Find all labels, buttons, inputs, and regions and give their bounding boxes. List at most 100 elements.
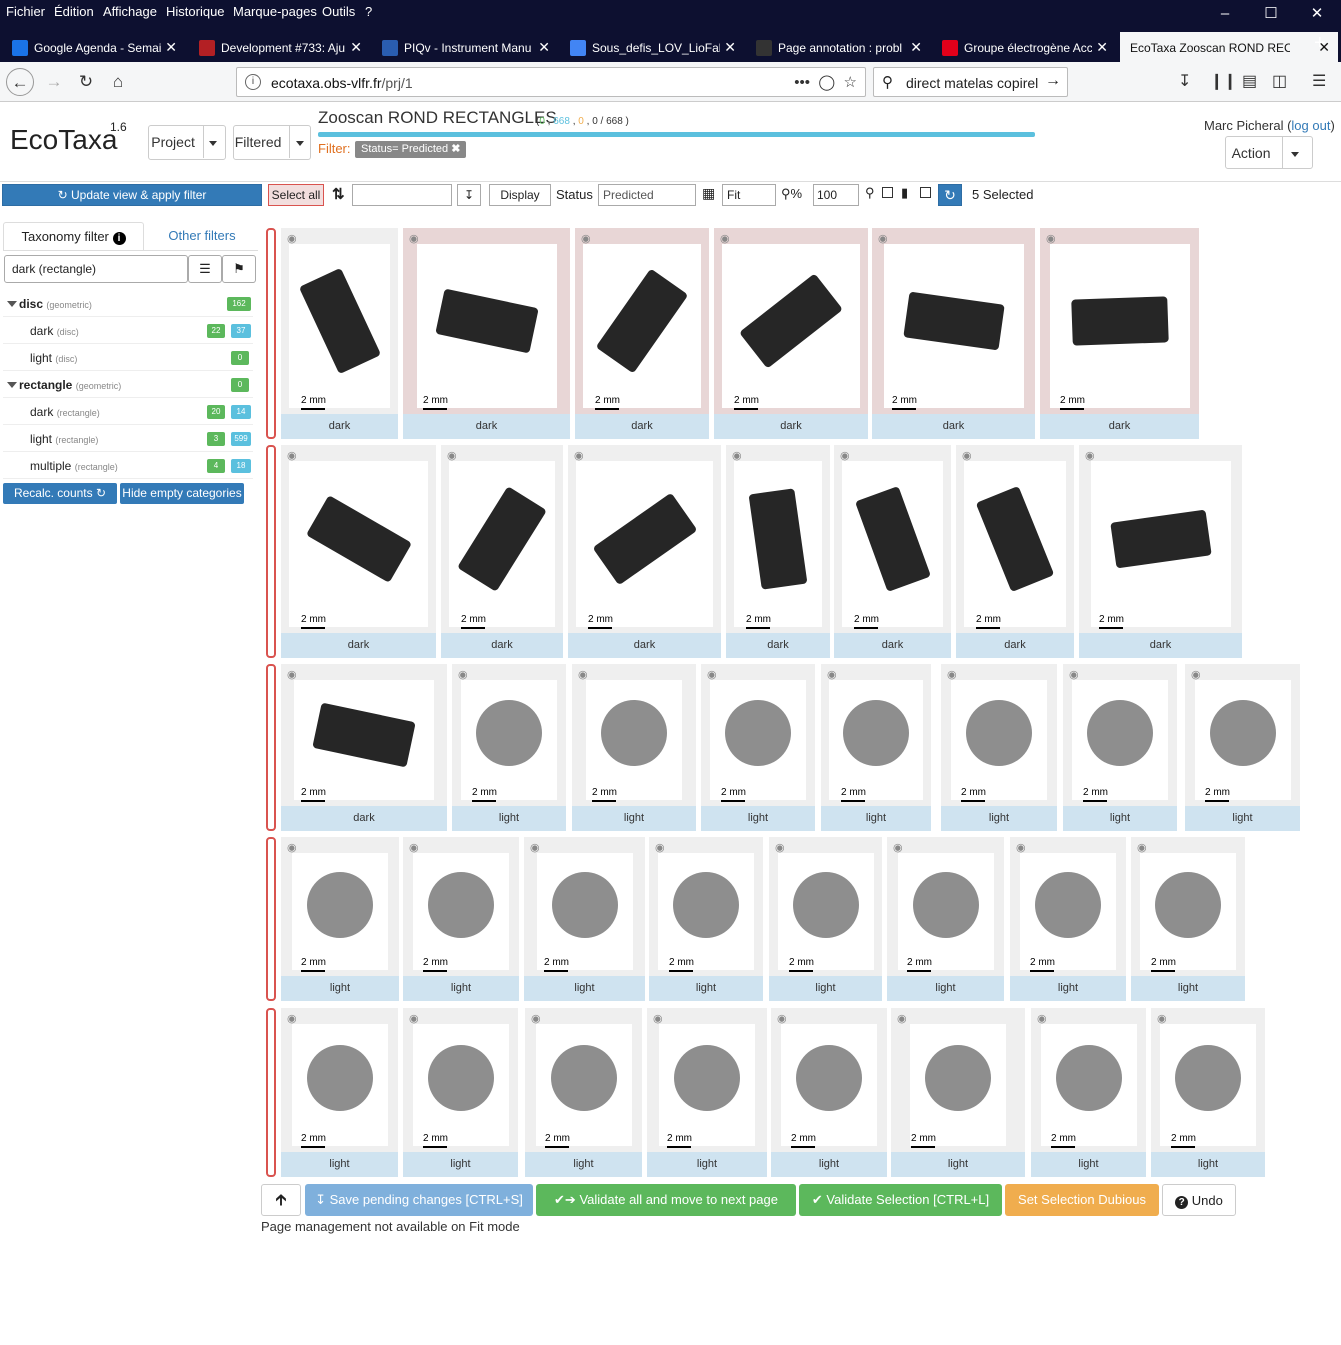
predicted-category-label[interactable]: light: [821, 806, 931, 831]
filter-tag[interactable]: Status= Predicted ✖: [355, 141, 467, 158]
predicted-category-label[interactable]: dark: [575, 414, 709, 439]
tree-node[interactable]: light (disc) 0: [3, 344, 253, 371]
predicted-category-label[interactable]: light: [524, 976, 645, 1001]
predicted-category-label[interactable]: light: [1151, 1152, 1265, 1177]
hamburger-menu-icon[interactable]: ☰: [1312, 71, 1326, 91]
comment-checkbox[interactable]: [920, 187, 931, 198]
hide-empty-button[interactable]: Hide empty categories: [120, 483, 244, 504]
filtered-button[interactable]: Filtered: [233, 125, 311, 160]
action-button[interactable]: Action: [1225, 136, 1313, 169]
object-thumbnail[interactable]: ◉ 2 mm dark: [1040, 228, 1199, 439]
close-tab-icon[interactable]: ✕: [910, 32, 922, 62]
project-button[interactable]: Project: [148, 125, 226, 160]
update-view-button[interactable]: ↻ Update view & apply filter: [2, 184, 262, 206]
object-thumbnail[interactable]: ◉ 2 mm light: [403, 1008, 518, 1177]
browser-tab-1[interactable]: Development #733: Aju ✕: [191, 32, 370, 62]
object-thumbnail[interactable]: ◉ 2 mm light: [771, 1008, 887, 1177]
object-thumbnail[interactable]: ◉ 2 mm dark: [441, 445, 563, 658]
expand-caret-icon[interactable]: [7, 301, 17, 307]
sort-direction-button[interactable]: ↧: [457, 184, 481, 206]
predicted-category-label[interactable]: light: [281, 976, 399, 1001]
save-changes-button[interactable]: ↧ Save pending changes [CTRL+S]: [305, 1184, 533, 1216]
object-thumbnail[interactable]: ◉ 2 mm light: [1010, 837, 1126, 1001]
predicted-category-label[interactable]: light: [647, 1152, 767, 1177]
expand-caret-icon[interactable]: [7, 382, 17, 388]
forward-icon[interactable]: →: [40, 68, 68, 96]
predicted-category-label[interactable]: dark: [956, 633, 1074, 658]
object-thumbnail[interactable]: ◉ 2 mm dark: [872, 228, 1035, 439]
minimize-icon[interactable]: –: [1210, 2, 1240, 26]
object-thumbnail[interactable]: ◉ 2 mm light: [1063, 664, 1177, 831]
remove-filter-icon[interactable]: ✖: [451, 143, 460, 155]
magnifier-checkbox[interactable]: [882, 187, 893, 198]
predicted-category-label[interactable]: light: [572, 806, 696, 831]
object-thumbnail[interactable]: ◉ 2 mm dark: [575, 228, 709, 439]
object-thumbnail[interactable]: ◉ 2 mm light: [1031, 1008, 1146, 1177]
menu-file[interactable]: Fichier: [6, 4, 45, 19]
predicted-category-label[interactable]: light: [649, 976, 763, 1001]
url-bar[interactable]: i ecotaxa.obs-vlfr.fr/prj/1 ••• ◯ ☆: [236, 67, 866, 97]
predicted-category-label[interactable]: light: [1131, 976, 1245, 1001]
sort-icon[interactable]: ⇅: [332, 185, 345, 203]
predicted-category-label[interactable]: dark: [568, 633, 721, 658]
row-select-handle[interactable]: [266, 445, 276, 658]
object-thumbnail[interactable]: ◉ 2 mm light: [572, 664, 696, 831]
tree-node[interactable]: dark (disc) 37 22: [3, 317, 253, 344]
object-thumbnail[interactable]: ◉ 2 mm dark: [281, 664, 447, 831]
maximize-icon[interactable]: ☐: [1256, 2, 1286, 26]
object-thumbnail[interactable]: ◉ 2 mm light: [821, 664, 931, 831]
undo-button[interactable]: ? Undo: [1162, 1184, 1236, 1216]
predicted-category-label[interactable]: dark: [714, 414, 868, 439]
menu-tools[interactable]: Outils: [322, 4, 355, 19]
sidebar-icon[interactable]: ◫: [1272, 71, 1287, 91]
browser-tab-0[interactable]: Google Agenda - Semai ✕: [4, 32, 185, 62]
validate-all-button[interactable]: ✔➔ Validate all and move to next page: [536, 1184, 796, 1216]
list-view-button[interactable]: ☰: [188, 255, 222, 283]
close-window-icon[interactable]: ✕: [1302, 2, 1332, 26]
predicted-category-label[interactable]: dark: [1040, 414, 1199, 439]
predicted-category-label[interactable]: light: [1063, 806, 1177, 831]
close-tab-icon[interactable]: ✕: [350, 32, 362, 62]
object-thumbnail[interactable]: ◉ 2 mm dark: [834, 445, 951, 658]
eye-icon[interactable]: ◉: [897, 1012, 907, 1025]
display-dropdown[interactable]: Display: [489, 184, 551, 206]
predicted-category-label[interactable]: light: [769, 976, 882, 1001]
reload-icon[interactable]: ↻: [72, 68, 100, 96]
tree-node[interactable]: rectangle (geometric) 0: [3, 371, 253, 398]
status-select[interactable]: Predicted: [598, 184, 696, 206]
browser-tab-2[interactable]: PIQv - Instrument Manu ✕: [374, 32, 558, 62]
ecotaxa-logo[interactable]: EcoTaxa 1.6: [10, 120, 127, 156]
home-icon[interactable]: ⌂: [104, 68, 132, 96]
predicted-category-label[interactable]: light: [1185, 806, 1300, 831]
object-thumbnail[interactable]: ◉ 2 mm light: [1131, 837, 1245, 1001]
predicted-category-label[interactable]: dark: [834, 633, 951, 658]
browser-tab-5[interactable]: Groupe électrogène Acc ✕: [934, 32, 1116, 62]
predicted-category-label[interactable]: light: [403, 1152, 518, 1177]
tree-node[interactable]: light (rectangle) 599 3: [3, 425, 253, 452]
zoom-select[interactable]: 100: [813, 184, 859, 206]
row-select-handle[interactable]: [266, 837, 276, 1001]
tree-node[interactable]: disc (geometric) 162: [3, 290, 253, 317]
object-thumbnail[interactable]: ◉ 2 mm light: [452, 664, 566, 831]
object-thumbnail[interactable]: ◉ 2 mm light: [649, 837, 763, 1001]
tags-button[interactable]: ⚑: [222, 255, 256, 283]
object-thumbnail[interactable]: ◉ 2 mm light: [525, 1008, 642, 1177]
download-icon[interactable]: ↧: [1178, 71, 1191, 91]
object-thumbnail[interactable]: ◉ 2 mm light: [403, 837, 519, 1001]
sort-field-select[interactable]: [352, 184, 452, 206]
predicted-category-label[interactable]: light: [1031, 1152, 1146, 1177]
row-select-handle[interactable]: [266, 664, 276, 831]
close-tab-icon[interactable]: ✕: [724, 32, 736, 62]
predicted-category-label[interactable]: light: [403, 976, 519, 1001]
object-thumbnail[interactable]: ◉ 2 mm dark: [726, 445, 830, 658]
menu-view[interactable]: Affichage: [103, 4, 157, 19]
taxonomy-select[interactable]: dark (rectangle): [4, 255, 188, 283]
row-select-handle[interactable]: [266, 228, 276, 439]
predicted-category-label[interactable]: light: [1010, 976, 1126, 1001]
object-thumbnail[interactable]: ◉ 2 mm light: [941, 664, 1057, 831]
menu-help[interactable]: ?: [365, 4, 372, 19]
scroll-top-button[interactable]: 🡱: [261, 1184, 301, 1216]
validate-selection-button[interactable]: ✔ Validate Selection [CTRL+L]: [799, 1184, 1002, 1216]
site-info-icon[interactable]: i: [245, 74, 261, 90]
predicted-category-label[interactable]: dark: [441, 633, 563, 658]
